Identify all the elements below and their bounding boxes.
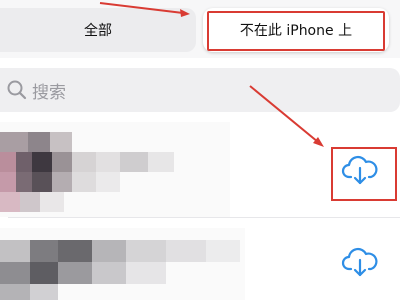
segment-all-label: 全部 — [84, 23, 112, 39]
list-item[interactable] — [0, 222, 400, 300]
pixelated-thumbnail — [0, 228, 245, 300]
list-item[interactable] — [0, 122, 400, 217]
cloud-download-icon[interactable] — [340, 242, 380, 282]
segment-not-on-iphone-label: 不在此 iPhone 上 — [239, 23, 353, 39]
search-placeholder: 搜索 — [32, 82, 66, 103]
segmented-control: 全部 不在此 iPhone 上 — [0, 0, 400, 58]
segment-all[interactable]: 全部 — [0, 8, 196, 52]
pixelated-thumbnail — [0, 122, 230, 217]
segment-not-on-iphone[interactable]: 不在此 iPhone 上 — [203, 8, 389, 52]
search-icon — [7, 80, 27, 100]
cloud-download-icon[interactable] — [340, 150, 380, 190]
search-field[interactable]: 搜索 — [0, 68, 400, 112]
row-divider — [8, 217, 400, 218]
